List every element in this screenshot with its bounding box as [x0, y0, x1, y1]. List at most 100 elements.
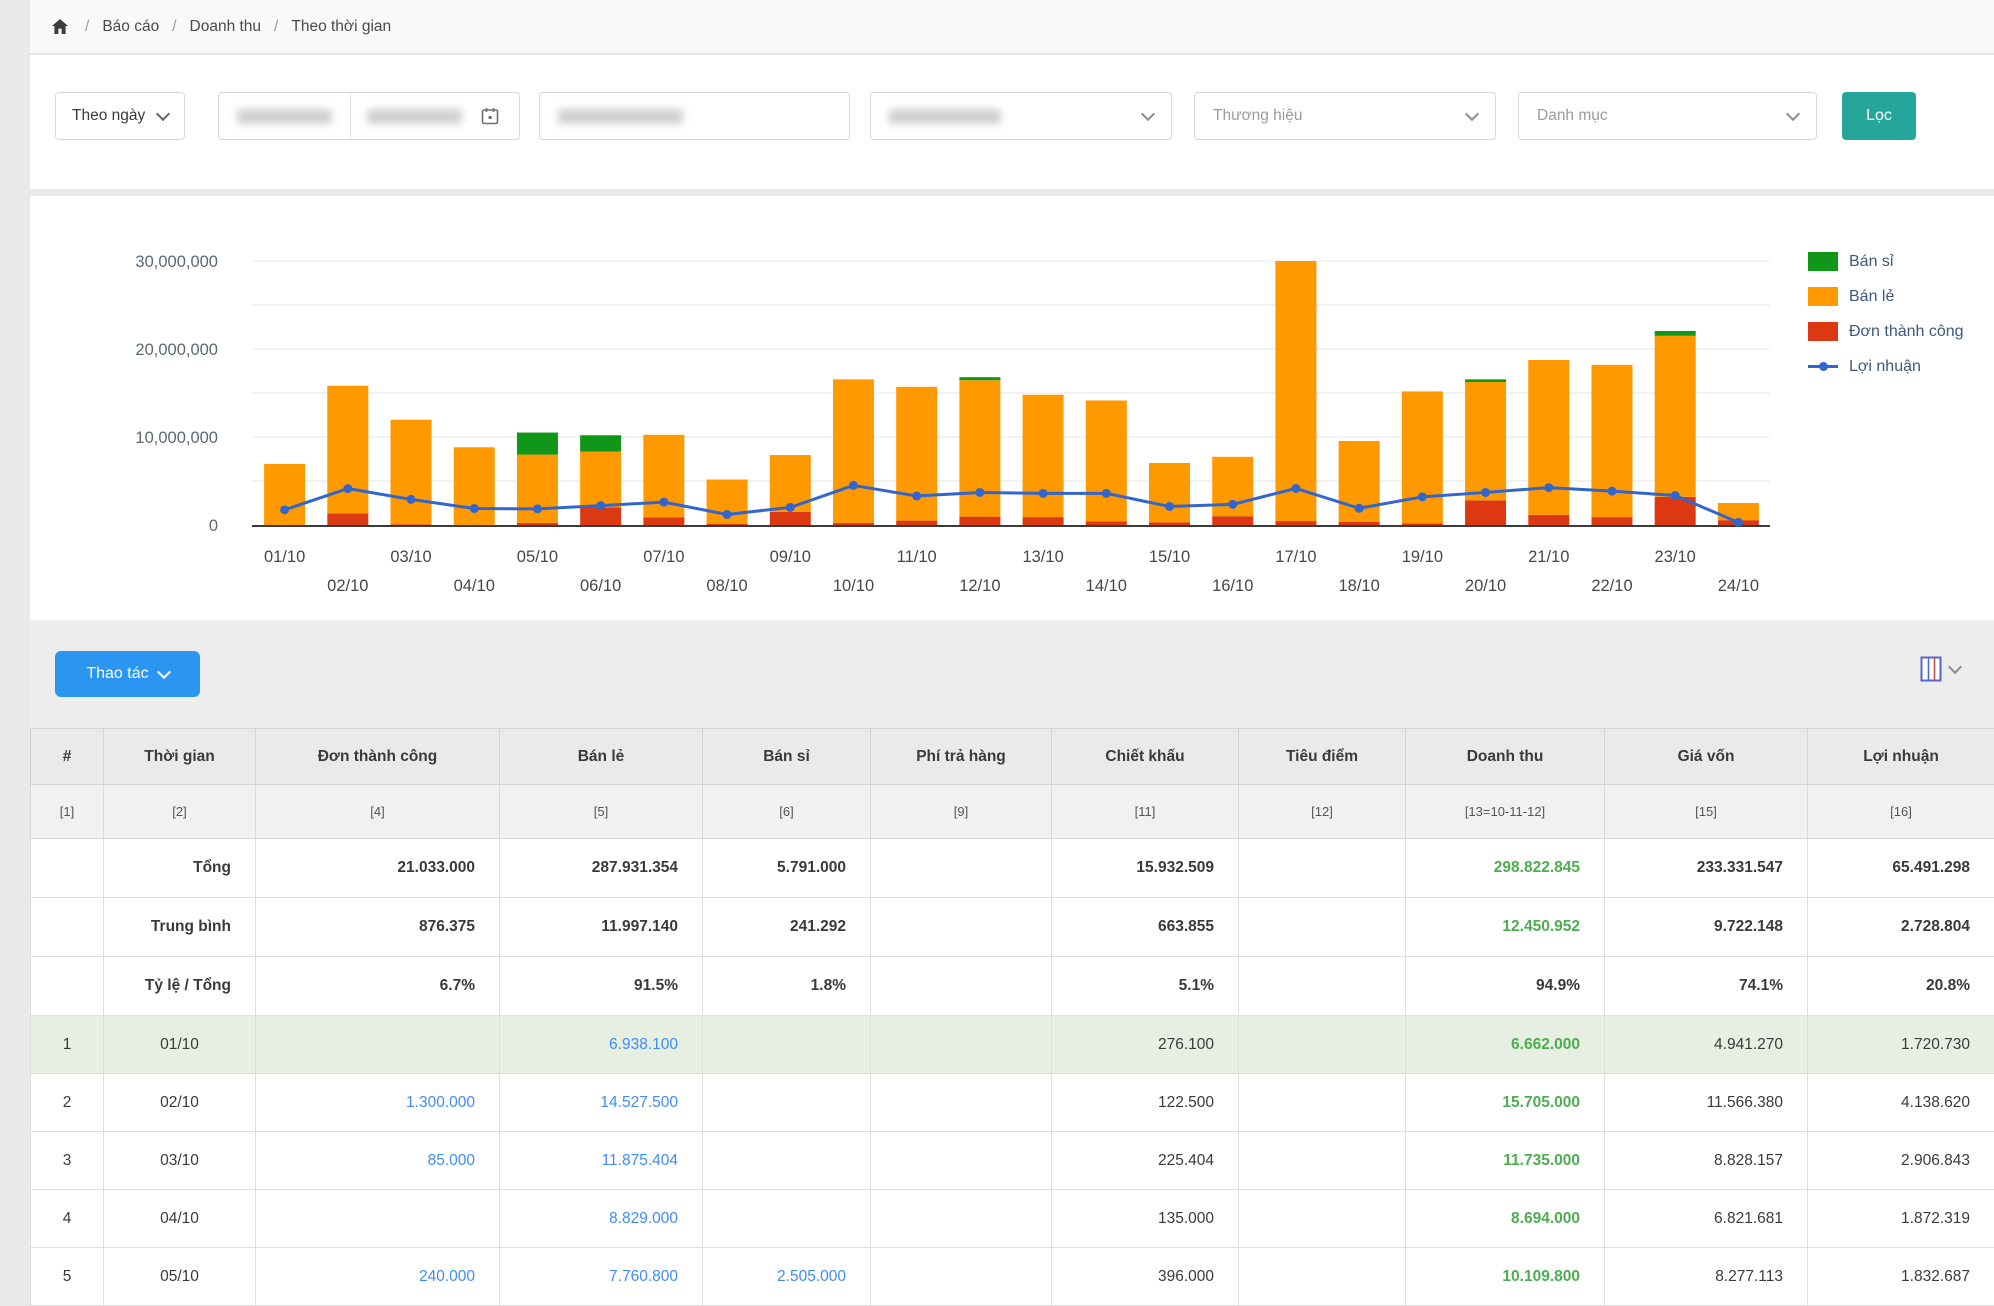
legend-swatch-ban-si — [1808, 252, 1838, 271]
cell — [871, 839, 1052, 898]
cell-date: 05/10 — [104, 1248, 256, 1306]
cell-date: 01/10 — [104, 1016, 256, 1074]
cell-row-number: 5 — [31, 1248, 104, 1306]
cell — [871, 1074, 1052, 1132]
cell-row-number: 1 — [31, 1016, 104, 1074]
svg-text:02/10: 02/10 — [327, 577, 368, 595]
col-index: [9] — [871, 785, 1052, 839]
cell-link[interactable]: 14.527.500 — [500, 1074, 703, 1132]
svg-text:13/10: 13/10 — [1022, 548, 1063, 566]
legend-label: Lợi nhuận — [1849, 356, 1969, 377]
cell — [1239, 1132, 1406, 1190]
svg-text:08/10: 08/10 — [706, 577, 747, 595]
home-icon[interactable] — [50, 17, 70, 37]
cell: 241.292 — [703, 898, 871, 957]
cell: 94.9% — [1406, 957, 1605, 1016]
cell-link[interactable] — [703, 1074, 871, 1132]
cell-link[interactable]: 2.505.000 — [703, 1248, 871, 1306]
svg-text:30,000,000: 30,000,000 — [135, 253, 218, 271]
chart-section: 010,000,00020,000,00030,000,00001/1002/1… — [30, 196, 1994, 620]
table-row: 4 04/10 8.829.000 135.000 8.694.000 6.82… — [31, 1190, 1994, 1248]
brand-select[interactable]: Thương hiệu — [1194, 92, 1496, 140]
svg-text:07/10: 07/10 — [643, 548, 684, 566]
cell-link[interactable] — [703, 1132, 871, 1190]
cell: 276.100 — [1052, 1016, 1239, 1074]
cell: Tổng — [104, 839, 256, 898]
cell-date: 04/10 — [104, 1190, 256, 1248]
cell-link[interactable] — [256, 1016, 500, 1074]
breadcrumb-item-doanh-thu[interactable]: Doanh thu — [190, 18, 262, 36]
svg-text:19/10: 19/10 — [1402, 548, 1443, 566]
cell: 11.735.000 — [1406, 1132, 1605, 1190]
col-header: Chiết khấu — [1052, 729, 1239, 785]
filter-button[interactable]: Lọc — [1842, 92, 1916, 140]
col-header: Đơn thành công — [256, 729, 500, 785]
date-from-redacted — [237, 109, 332, 124]
cell — [871, 1132, 1052, 1190]
cell-link[interactable]: 85.000 — [256, 1132, 500, 1190]
cell: 11.566.380 — [1605, 1074, 1808, 1132]
cell-link[interactable]: 1.300.000 — [256, 1074, 500, 1132]
search-input-redacted — [558, 109, 683, 124]
cell-link[interactable] — [256, 1190, 500, 1248]
column-settings-control[interactable] — [1920, 656, 1960, 682]
col-index: [12] — [1239, 785, 1406, 839]
cell — [31, 898, 104, 957]
cell-link[interactable]: 6.938.100 — [500, 1016, 703, 1074]
cell-link[interactable] — [703, 1016, 871, 1074]
breadcrumb-item-theo-thoi-gian: Theo thời gian — [291, 18, 391, 36]
cell-link[interactable]: 11.875.404 — [500, 1132, 703, 1190]
chevron-down-icon — [1948, 660, 1962, 674]
legend-label: Bán lẻ — [1849, 286, 1969, 307]
cell-link[interactable]: 8.829.000 — [500, 1190, 703, 1248]
cell-link[interactable]: 240.000 — [256, 1248, 500, 1306]
cell: 21.033.000 — [256, 839, 500, 898]
cell: 11.997.140 — [500, 898, 703, 957]
cell: 15.705.000 — [1406, 1074, 1605, 1132]
table-row-total: Tổng 21.033.000 287.931.354 5.791.000 15… — [31, 839, 1994, 898]
breadcrumb-item-bao-cao[interactable]: Báo cáo — [102, 18, 159, 36]
cell: 74.1% — [1605, 957, 1808, 1016]
calendar-icon[interactable] — [480, 106, 500, 126]
table-row: 1 01/10 6.938.100 276.100 6.662.000 4.94… — [31, 1016, 1994, 1074]
col-header: Doanh thu — [1406, 729, 1605, 785]
actions-button[interactable]: Thao tác — [55, 651, 200, 697]
cell: 8.828.157 — [1605, 1132, 1808, 1190]
legend-label: Đơn thành công — [1849, 321, 1969, 342]
cell — [1239, 898, 1406, 957]
svg-text:24/10: 24/10 — [1718, 577, 1759, 595]
cell: Trung bình — [104, 898, 256, 957]
revenue-report-page: { "breadcrumb": { "separator": "/", "ite… — [0, 0, 1994, 1304]
search-product-input[interactable] — [539, 92, 850, 140]
cell-link[interactable]: 7.760.800 — [500, 1248, 703, 1306]
chevron-down-icon — [1141, 107, 1155, 121]
cell — [1239, 839, 1406, 898]
cell-link[interactable] — [703, 1190, 871, 1248]
cell: 8.277.113 — [1605, 1248, 1808, 1306]
date-to-redacted — [367, 109, 462, 124]
period-select[interactable]: Theo ngày — [55, 92, 185, 140]
svg-text:23/10: 23/10 — [1655, 548, 1696, 566]
revenue-chart: 010,000,00020,000,00030,000,00001/1002/1… — [30, 196, 1994, 620]
cell — [1239, 957, 1406, 1016]
cell — [871, 1016, 1052, 1074]
svg-text:16/10: 16/10 — [1212, 577, 1253, 595]
report-table: # Thời gian Đơn thành công Bán lẻ Bán sỉ… — [30, 728, 1994, 1306]
chevron-down-icon — [157, 665, 171, 679]
column-settings-icon — [1920, 656, 1942, 682]
svg-text:05/10: 05/10 — [517, 548, 558, 566]
chevron-down-icon — [156, 107, 170, 121]
svg-text:22/10: 22/10 — [1591, 577, 1632, 595]
breadcrumb-separator: / — [172, 18, 176, 36]
cell: 9.722.148 — [1605, 898, 1808, 957]
type-select[interactable] — [870, 92, 1172, 140]
cell: 6.821.681 — [1605, 1190, 1808, 1248]
svg-text:04/10: 04/10 — [454, 577, 495, 595]
cell: 1.8% — [703, 957, 871, 1016]
category-select[interactable]: Danh mục — [1518, 92, 1817, 140]
svg-text:10/10: 10/10 — [833, 577, 874, 595]
date-range-input[interactable] — [218, 92, 520, 140]
svg-text:14/10: 14/10 — [1086, 577, 1127, 595]
chart-legend: Bán sỉ Bán lẻ Đơn thành công Lợi nhuận — [1808, 251, 1990, 391]
col-index: [1] — [31, 785, 104, 839]
